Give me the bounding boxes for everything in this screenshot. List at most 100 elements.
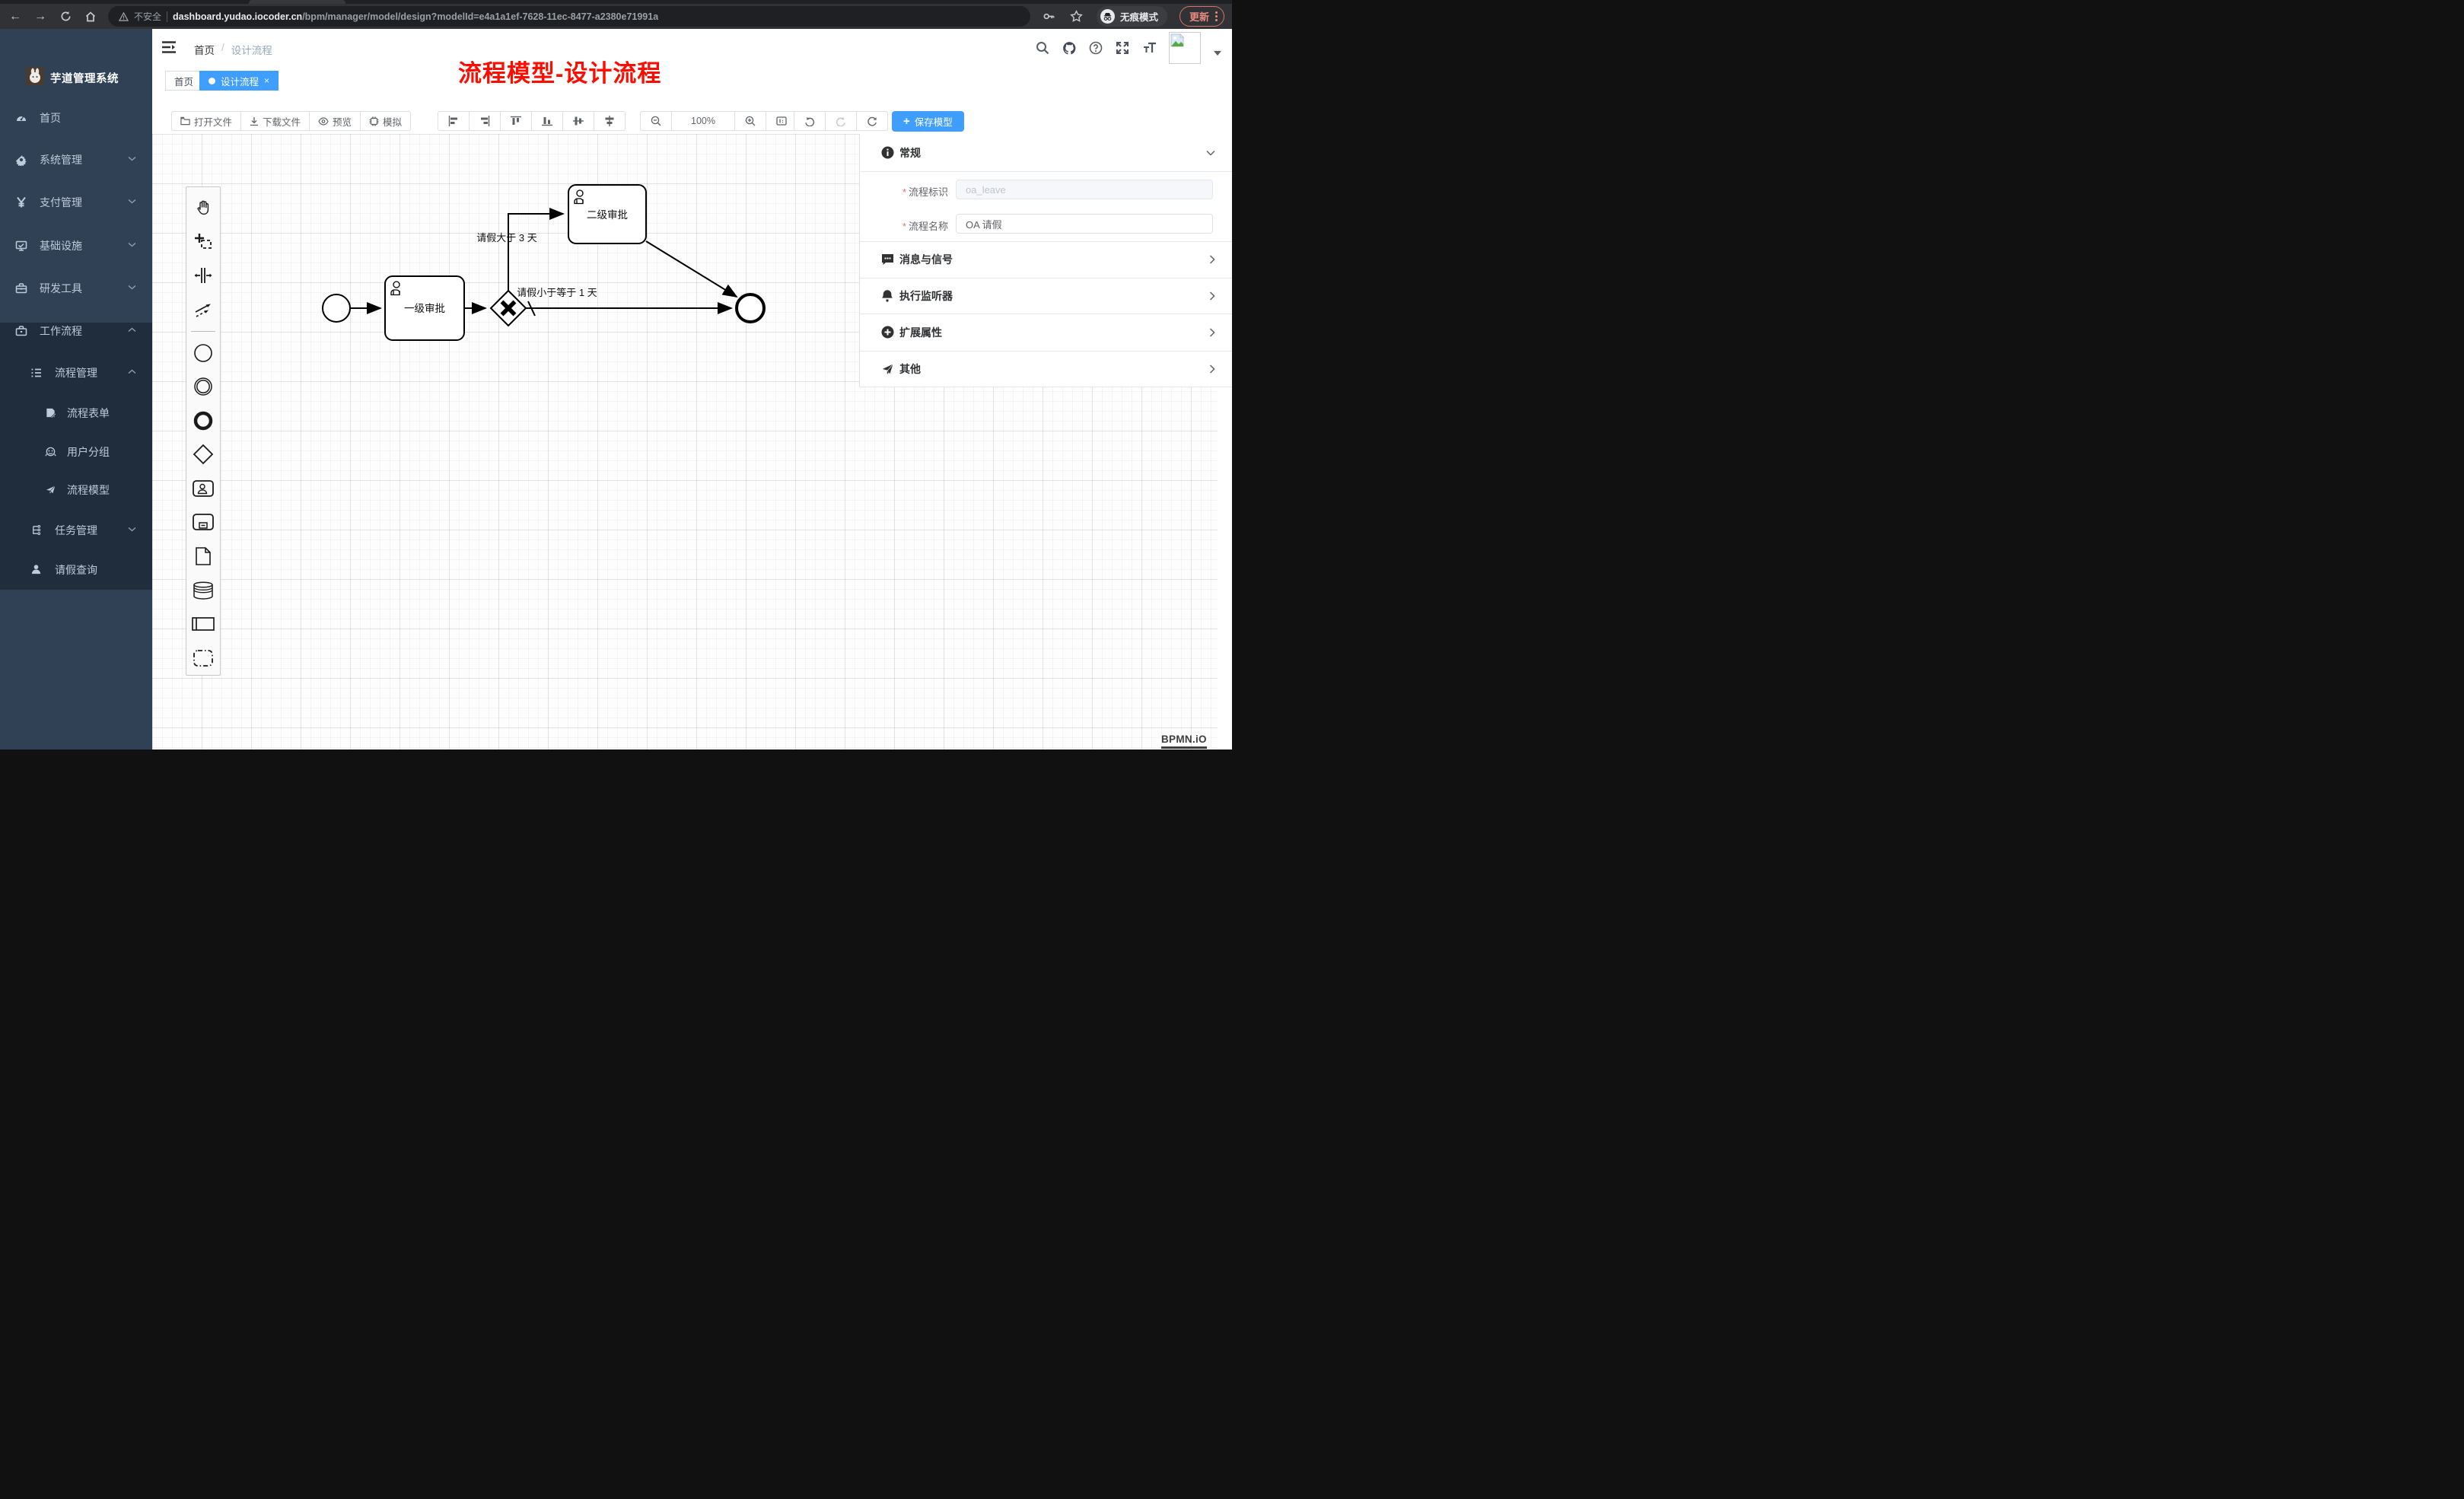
sequence-flow-gateway-to-task2[interactable]	[508, 214, 563, 291]
task-node-level1[interactable]: 一级审批	[385, 276, 464, 340]
breadcrumb-current: 设计流程	[231, 42, 272, 57]
avatar[interactable]	[1169, 32, 1201, 64]
task-node-level2[interactable]: 二级审批	[568, 185, 646, 243]
chevron-down-icon	[1206, 150, 1215, 156]
bell-icon	[881, 289, 894, 302]
breadcrumb: 首页 / 设计流程	[194, 42, 272, 57]
browser-menu-icon[interactable]	[1215, 11, 1218, 21]
tab-home[interactable]: 首页	[165, 71, 202, 91]
password-key-icon[interactable]	[1042, 9, 1057, 24]
section-other[interactable]: 其他	[860, 351, 1232, 387]
section-general[interactable]: 常规	[860, 134, 1232, 171]
sidebar-item-user-groups[interactable]: 用户分组	[0, 437, 152, 467]
list-icon	[30, 367, 43, 379]
cpu-icon	[369, 116, 379, 126]
svg-text:一级审批: 一级审批	[404, 303, 445, 314]
open-file-button[interactable]: 打开文件	[171, 111, 241, 131]
align-center-button[interactable]	[594, 111, 626, 131]
section-messages-signals[interactable]: 消息与信号	[860, 241, 1232, 278]
toolbox-icon	[15, 282, 27, 294]
download-file-button[interactable]: 下载文件	[240, 111, 310, 131]
fullscreen-icon[interactable]	[1116, 41, 1129, 55]
section-execution-listeners[interactable]: 执行监听器	[860, 278, 1232, 313]
sidebar-item-system[interactable]: 系统管理	[0, 145, 152, 175]
page-annotation: 流程模型-设计流程	[458, 54, 854, 88]
search-icon[interactable]	[1036, 41, 1049, 55]
zoom-level[interactable]: 100%	[671, 111, 735, 131]
chevron-down-icon	[128, 285, 136, 290]
sidebar-item-payment[interactable]: 支付管理	[0, 187, 152, 218]
forward-icon[interactable]: →	[33, 9, 48, 24]
not-secure-label: 不安全	[134, 10, 161, 23]
back-icon[interactable]: ←	[8, 9, 23, 24]
url-bar[interactable]: 不安全 dashboard.yudao.iocoder.cn/bpm/manag…	[108, 6, 1030, 27]
redo-button[interactable]	[825, 111, 857, 131]
bpmn-canvas[interactable]: 一级审批 二级审批	[152, 134, 1232, 750]
undo-button[interactable]	[794, 111, 826, 131]
send-icon	[881, 363, 894, 376]
avatar-dropdown-icon[interactable]	[1214, 51, 1221, 56]
app-title: 芋道管理系统	[50, 70, 119, 86]
tab-design-process[interactable]: 设计流程 ×	[199, 71, 279, 91]
align-left-button[interactable]	[438, 111, 470, 131]
close-tab-icon[interactable]: ×	[264, 75, 269, 86]
sidebar-item-devtools[interactable]: 研发工具	[0, 273, 152, 304]
sidebar-item-infrastructure[interactable]: 基础设施	[0, 231, 152, 261]
incognito-badge[interactable]: 无痕模式	[1097, 6, 1167, 27]
align-bottom-button[interactable]	[531, 111, 563, 131]
align-middle-button[interactable]	[562, 111, 594, 131]
gear-icon	[15, 154, 27, 166]
page: ← → 不安全 dashboard.yudao.iocoder.cn/bpm/m…	[0, 0, 1232, 750]
active-tab-dot	[209, 78, 215, 84]
zoom-out-button[interactable]	[640, 111, 672, 131]
chevron-down-icon	[128, 527, 136, 532]
field-process-key: *流程标识	[860, 180, 1232, 199]
sequence-flow-gateway-to-end[interactable]	[526, 301, 731, 316]
chevron-right-icon	[1209, 291, 1215, 301]
breadcrumb-home[interactable]: 首页	[194, 42, 215, 57]
zoom-in-button[interactable]	[734, 111, 766, 131]
condition-label-le[interactable]: 请假小于等于 1 天	[517, 287, 597, 298]
reset-zoom-button[interactable]	[766, 111, 797, 131]
svg-text:二级审批: 二级审批	[587, 209, 628, 221]
sidebar-item-workflow[interactable]: 工作流程	[0, 316, 152, 346]
plus-icon: +	[903, 116, 910, 127]
end-event-node[interactable]	[737, 294, 764, 322]
reload-icon[interactable]	[58, 9, 73, 24]
align-right-button[interactable]	[469, 111, 501, 131]
help-icon[interactable]	[1089, 41, 1103, 55]
restart-button[interactable]	[856, 111, 888, 131]
sidebar-item-leave-query[interactable]: 请假查询	[0, 555, 152, 585]
user-icon	[30, 564, 43, 576]
section-extended-properties[interactable]: 扩展属性	[860, 313, 1232, 351]
plus-circle-icon	[881, 326, 894, 339]
sidebar-item-process-management[interactable]: 流程管理	[0, 358, 152, 388]
bpmn-io-logo[interactable]: BPMN.iO	[1161, 734, 1207, 749]
sequence-flow-task2-to-end[interactable]	[646, 241, 737, 297]
chevron-up-icon	[128, 369, 136, 374]
robot-face-icon	[45, 446, 57, 458]
browser-chrome: ← → 不安全 dashboard.yudao.iocoder.cn/bpm/m…	[0, 0, 1232, 29]
sidebar-toggle-icon[interactable]	[162, 41, 176, 53]
monitor-icon	[15, 240, 27, 252]
save-model-button[interactable]: + 保存模型	[892, 111, 964, 132]
sidebar-item-process-form[interactable]: 流程表单	[0, 398, 152, 428]
sidebar-item-process-model[interactable]: 流程模型	[0, 475, 152, 505]
update-button[interactable]: 更新	[1179, 6, 1224, 27]
sidebar-item-task-management[interactable]: 任务管理	[0, 515, 152, 546]
briefcase-icon	[15, 325, 27, 337]
url-path: /bpm/manager/model/design?modelId=e4a1a1…	[302, 11, 658, 22]
github-icon[interactable]	[1062, 41, 1076, 55]
start-event-node[interactable]	[323, 294, 350, 322]
process-name-input[interactable]	[956, 214, 1213, 234]
bookmark-star-icon[interactable]	[1069, 9, 1084, 24]
home-icon[interactable]	[83, 9, 98, 24]
font-size-icon[interactable]	[1142, 41, 1156, 55]
not-secure-icon	[119, 12, 129, 21]
sidebar-item-home[interactable]: 首页	[0, 103, 152, 133]
tree-icon	[30, 524, 43, 536]
condition-label-gt[interactable]: 请假大于 3 天	[476, 232, 536, 243]
preview-button[interactable]: 预览	[309, 111, 361, 131]
simulate-button[interactable]: 模拟	[360, 111, 411, 131]
align-top-button[interactable]	[500, 111, 532, 131]
